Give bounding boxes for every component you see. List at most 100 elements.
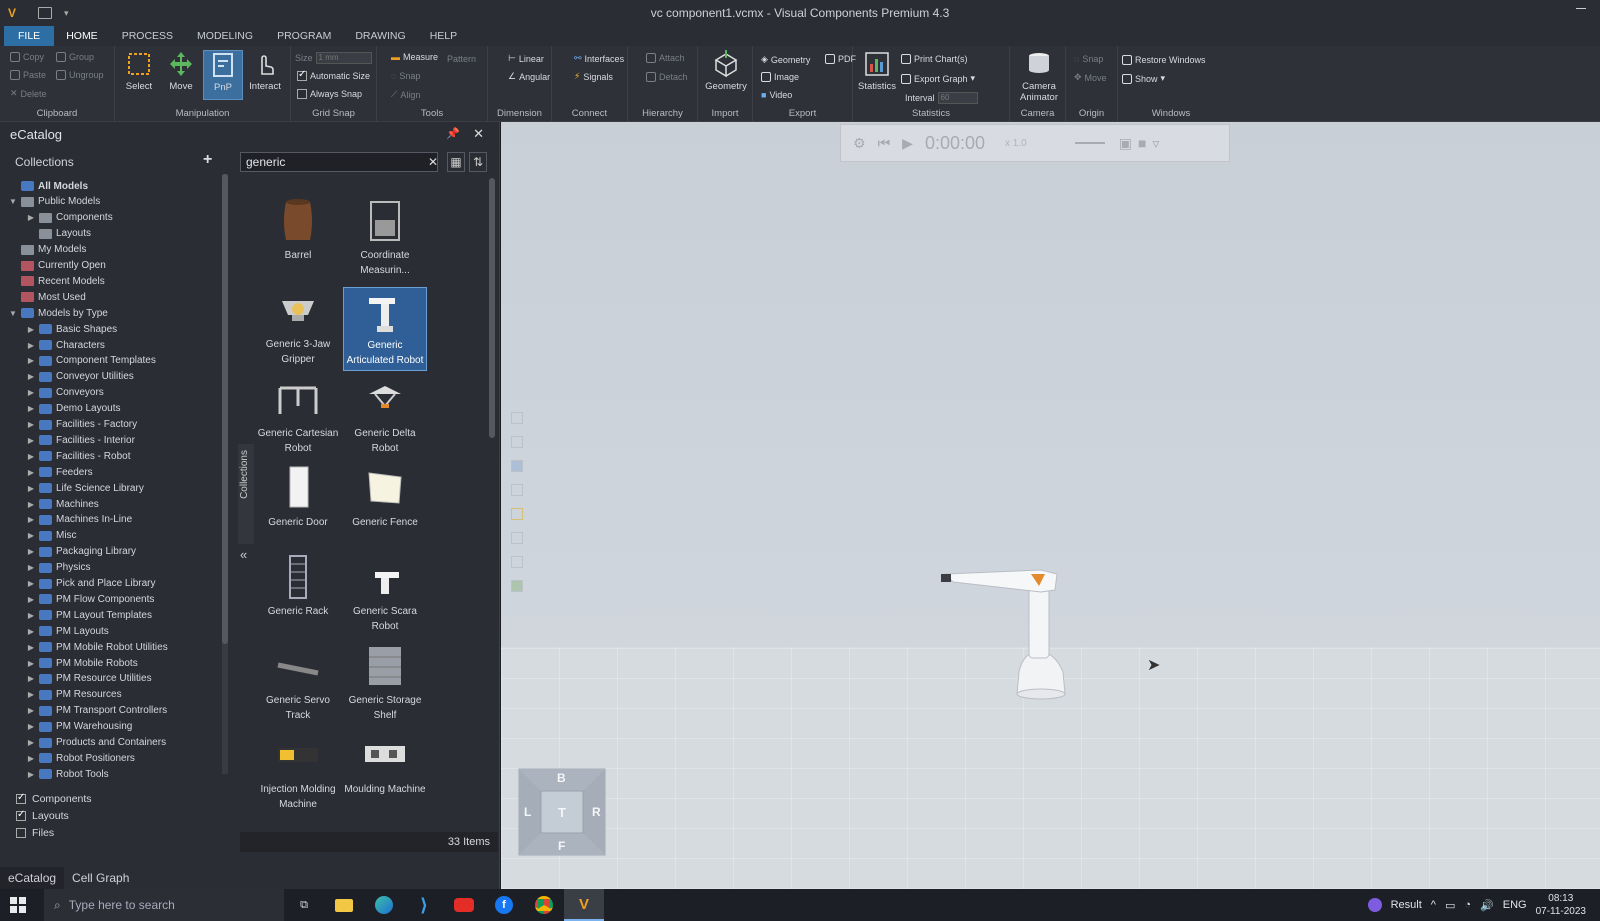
tree-item[interactable]: ▶ PM Layout Templates <box>26 607 152 623</box>
tree-item[interactable]: ▼ Models by Type <box>8 305 108 321</box>
measure-button[interactable]: ▬ Measure <box>391 52 438 62</box>
angular-button[interactable]: ∠ Angular <box>508 71 550 82</box>
collapse-chevron-icon[interactable]: « <box>240 547 247 562</box>
tree-item[interactable]: ▶ PM Mobile Robot Utilities <box>26 639 168 655</box>
tree-item[interactable]: ▶ Robot Positioners <box>26 750 135 766</box>
tree-item[interactable]: ▶ Packaging Library <box>26 544 136 560</box>
expand-arrow-right-icon[interactable]: ▶ <box>26 595 36 604</box>
expand-arrow-right-icon[interactable]: ▶ <box>26 611 36 620</box>
measure-view-icon[interactable] <box>511 556 523 568</box>
expand-arrow-right-icon[interactable]: ▶ <box>26 515 36 524</box>
signals-button[interactable]: ⚡ Signals <box>574 71 613 82</box>
detach-button[interactable]: Detach <box>646 72 688 82</box>
menu-file[interactable]: FILE <box>4 26 55 46</box>
catalog-item[interactable]: Generic Storage Shelf <box>343 643 427 727</box>
automatic-size-check[interactable] <box>297 69 307 81</box>
grid-view-icon[interactable]: ▦ <box>447 152 465 172</box>
add-collection-button[interactable]: + <box>203 151 212 169</box>
copy-button[interactable]: Copy <box>10 52 44 62</box>
edge-icon[interactable] <box>364 889 404 921</box>
clock[interactable]: 08:13 07-11-2023 <box>1536 892 1586 918</box>
export-video-button[interactable]: ■ Video <box>761 90 792 100</box>
3d-viewport[interactable]: ⚙ ⏮ ▶ 0:00:00 x 1.0 ▣ ■ ▿ B L T R F ➤ <box>501 122 1600 889</box>
tree-item[interactable]: ▶ Physics <box>26 560 91 576</box>
result-app-icon[interactable] <box>1367 898 1382 912</box>
facebook-icon[interactable]: f <box>484 889 524 921</box>
tree-item[interactable]: ▶ PM Flow Components <box>26 591 154 607</box>
expand-arrow-right-icon[interactable]: ▶ <box>26 356 36 365</box>
expand-arrow-right-icon[interactable]: ▶ <box>26 213 36 222</box>
tree-item[interactable]: ▶ Misc <box>26 528 77 544</box>
catalog-item[interactable]: Generic Servo Track <box>256 643 340 727</box>
menu-drawing[interactable]: DRAWING <box>343 26 417 46</box>
file-explorer-icon[interactable] <box>324 889 364 921</box>
interval-input[interactable]: 60 <box>937 92 978 104</box>
align-button[interactable]: ⟋ Align <box>391 89 420 100</box>
expand-arrow-right-icon[interactable]: ▶ <box>26 436 36 445</box>
interfaces-button[interactable]: ⚯ Interfaces <box>574 53 624 64</box>
tab-cell-graph[interactable]: Cell Graph <box>64 867 137 889</box>
tree-item[interactable]: ▶ Life Science Library <box>26 480 144 496</box>
tree-item[interactable]: ▶ Feeders <box>26 464 93 480</box>
wifi-icon[interactable]: ◔ <box>1464 899 1471 911</box>
navcube-back[interactable]: B <box>557 771 566 785</box>
fill-view-icon[interactable] <box>511 412 523 424</box>
expand-arrow-right-icon[interactable]: ▶ <box>26 659 36 668</box>
filter-components[interactable]: Components <box>16 790 92 807</box>
menu-home[interactable]: HOME <box>54 26 110 46</box>
collections-side-tab[interactable]: Collections « <box>238 444 254 562</box>
catalog-item[interactable]: Generic 3-Jaw Gripper <box>256 287 340 371</box>
minimize-icon[interactable] <box>1576 8 1586 9</box>
pnp-button[interactable]: PnP <box>203 50 243 100</box>
zoom-fit-icon[interactable] <box>511 436 523 448</box>
tree-item[interactable]: ▶ Basic Shapes <box>26 321 117 337</box>
expand-arrow-down-icon[interactable]: ▼ <box>8 197 18 206</box>
snap-button[interactable]: ◌ Snap <box>391 71 420 81</box>
settings-gear-icon[interactable]: ⚙ <box>853 135 866 152</box>
tree-item[interactable]: ▶ PM Mobile Robots <box>26 655 138 671</box>
expand-arrow-right-icon[interactable]: ▶ <box>26 341 36 350</box>
expand-arrow-right-icon[interactable]: ▶ <box>26 484 36 493</box>
always-snap-check[interactable] <box>297 89 307 99</box>
export-image-button[interactable]: Image <box>761 72 799 82</box>
network-icon[interactable]: ▭ <box>1445 899 1455 912</box>
camera-animator-button[interactable]: Camera Animator <box>1016 50 1062 103</box>
tree-item[interactable]: ▶ Facilities - Robot <box>26 448 131 464</box>
tree-item[interactable]: All Models <box>8 178 88 194</box>
tree-item[interactable]: ▶ Conveyors <box>26 385 104 401</box>
articulated-robot-model[interactable] <box>931 552 1071 712</box>
tree-item[interactable]: ▶ Facilities - Factory <box>26 417 137 433</box>
catalog-item[interactable]: Generic Door <box>256 465 340 549</box>
export-geometry-button[interactable]: ◈ Geometry <box>761 54 810 65</box>
filter-layouts[interactable]: Layouts <box>16 807 92 824</box>
taskbar-search[interactable]: ⌕ Type here to search <box>44 889 284 921</box>
catalog-item[interactable]: Generic Delta Robot <box>343 376 427 460</box>
tree-item[interactable]: ▶ Robot Tools <box>26 766 109 782</box>
reset-icon[interactable]: ⏮ <box>878 135 891 152</box>
expand-arrow-down-icon[interactable]: ▼ <box>8 309 18 318</box>
show-button[interactable]: Show ▾ <box>1122 73 1165 84</box>
interval-field[interactable]: Interval 60 <box>905 92 978 104</box>
expand-arrow-right-icon[interactable]: ▶ <box>26 706 36 715</box>
expand-arrow-right-icon[interactable]: ▶ <box>26 531 36 540</box>
volume-icon[interactable]: 🔊 <box>1480 899 1494 912</box>
catalog-item[interactable]: Moulding Machine <box>343 732 427 816</box>
tree-item[interactable]: ▶ Machines <box>26 496 99 512</box>
language-indicator[interactable]: ENG <box>1503 899 1527 911</box>
tree-item[interactable]: ▶ PM Transport Controllers <box>26 703 167 719</box>
navigation-cube[interactable]: B L T R F <box>517 767 607 857</box>
options-icon[interactable]: ▿ <box>1152 135 1159 152</box>
pin-icon[interactable]: 📌 <box>446 127 460 140</box>
tree-item[interactable]: My Models <box>8 242 86 258</box>
search-input[interactable]: generic <box>240 152 438 172</box>
export-graph-button[interactable]: Export Graph ▾ <box>901 73 975 84</box>
tree-item[interactable]: ▶ PM Resource Utilities <box>26 671 152 687</box>
menu-program[interactable]: PROGRAM <box>265 26 343 46</box>
filter-files[interactable]: Files <box>16 824 92 841</box>
tree-scrollbar-thumb[interactable] <box>222 174 228 644</box>
speed-slider[interactable] <box>1074 142 1105 144</box>
always-snap-checkbox[interactable]: Always Snap <box>297 89 362 99</box>
task-view-icon[interactable]: ⧉ <box>284 889 324 921</box>
expand-arrow-right-icon[interactable]: ▶ <box>26 404 36 413</box>
play-icon[interactable]: ▶ <box>902 135 913 152</box>
